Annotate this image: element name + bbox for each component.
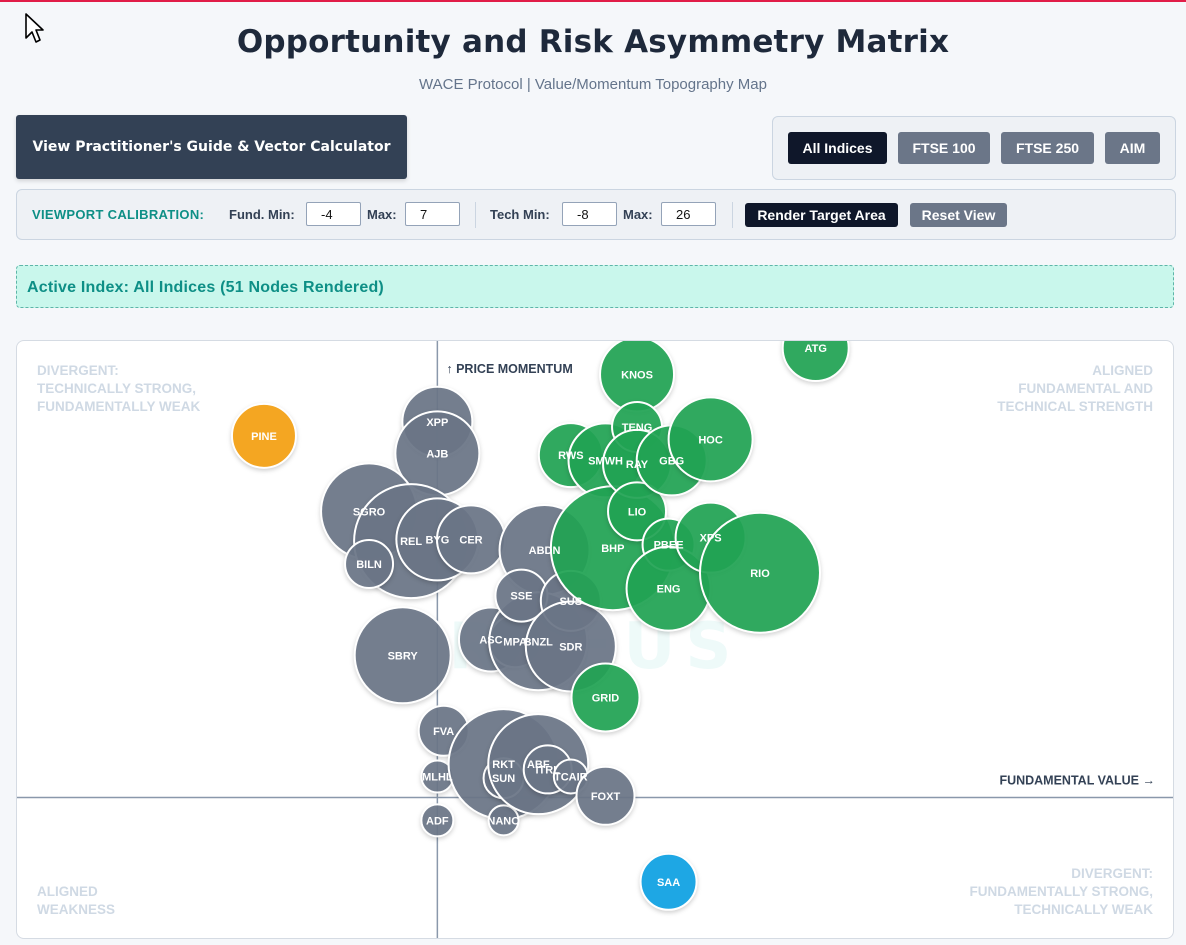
bubble-label-asc: ASC — [479, 635, 502, 647]
top-accent-line — [0, 0, 1186, 2]
fund-max-input[interactable] — [405, 202, 460, 226]
page-title: Opportunity and Risk Asymmetry Matrix — [236, 24, 950, 60]
bubble-label-sus: SUS — [560, 596, 583, 608]
bubble-label-xps: XPS — [700, 533, 722, 545]
quadrant-top-left-line: TECHNICALLY STRONG, — [37, 381, 196, 396]
bubble-label-cer: CER — [459, 534, 482, 546]
quadrant-top-right-line: TECHNICAL STRENGTH — [997, 399, 1153, 414]
page-subtitle: WACE Protocol | Value/Momentum Topograph… — [419, 76, 767, 93]
bubble-label-foxt: FOXT — [591, 791, 621, 803]
filter-ftse-100-button[interactable]: FTSE 100 — [898, 132, 990, 164]
bubble-label-sun: SUN — [492, 773, 515, 785]
tech-min-label: Tech Min: — [490, 207, 550, 222]
fund-min-input[interactable] — [306, 202, 361, 226]
bubble-label-pine: PINE — [251, 431, 277, 443]
bubble-label-fva: FVA — [433, 726, 454, 738]
bubble-label-rkt: RKT — [492, 759, 515, 771]
bubble-label-sdr: SDR — [559, 642, 582, 654]
quadrant-bottom-left-line: WEAKNESS — [37, 902, 115, 917]
bubble-label-sse: SSE — [510, 591, 532, 603]
bubble-label-rws: RWS — [558, 450, 583, 462]
bubble-label-rel: REL — [400, 536, 422, 548]
render-target-area-button[interactable]: Render Target Area — [745, 203, 898, 227]
bubble-label-abdn: ABDN — [529, 545, 561, 557]
y-axis-label: ↑ PRICE MOMENTUM — [446, 362, 572, 376]
practitioner-guide-button[interactable]: View Practitioner's Guide & Vector Calcu… — [16, 115, 407, 179]
tech-max-input[interactable] — [661, 202, 716, 226]
bubble-label-gbg: GBG — [659, 455, 684, 467]
bubble-label-nano: NANO — [487, 815, 520, 827]
bubble-label-hoc: HOC — [698, 434, 723, 446]
bubble-label-ajb: AJB — [426, 448, 448, 460]
bubble-label-tcair: TCAIR — [554, 771, 588, 783]
bubble-label-lio: LIO — [628, 506, 647, 518]
quadrant-bottom-left-line: ALIGNED — [37, 884, 98, 899]
tech-min-input[interactable] — [562, 202, 617, 226]
bubble-label-byg: BYG — [425, 534, 449, 546]
index-filter-group: All Indices FTSE 100 FTSE 250 AIM — [772, 116, 1176, 180]
active-index-text: Active Index: All Indices (51 Nodes Rend… — [27, 279, 384, 296]
calibration-title: VIEWPORT CALIBRATION: — [32, 207, 205, 222]
bubble-label-mlhl: MLHL — [422, 771, 453, 783]
bubble-label-sgro: SGRO — [353, 506, 386, 518]
bubble-label-grid: GRID — [592, 692, 620, 704]
bubble-label-sbry: SBRY — [388, 650, 419, 662]
asymmetry-matrix-chart: RUFUS↑ PRICE MOMENTUMFUNDAMENTAL VALUE →… — [16, 340, 1174, 939]
quadrant-top-left-line: DIVERGENT: — [37, 363, 119, 378]
filter-all-indices-button[interactable]: All Indices — [788, 132, 887, 164]
bubble-label-bnzl: BNZL — [524, 636, 554, 648]
quadrant-top-left-line: FUNDAMENTALLY WEAK — [37, 399, 200, 414]
bubble-label-knos: KNOS — [621, 369, 653, 381]
bubble-label-adf: ADF — [426, 815, 449, 827]
fund-max-label: Max: — [367, 207, 397, 222]
divider — [732, 202, 733, 228]
matrix-plot-svg: RUFUS↑ PRICE MOMENTUMFUNDAMENTAL VALUE →… — [17, 341, 1173, 938]
fund-min-label: Fund. Min: — [229, 207, 295, 222]
viewport-calibration-panel: VIEWPORT CALIBRATION: Fund. Min: Max: Te… — [16, 189, 1176, 240]
bubble-label-pbee: PBEE — [654, 540, 684, 552]
reset-view-button[interactable]: Reset View — [910, 203, 1007, 227]
filter-ftse-250-button[interactable]: FTSE 250 — [1001, 132, 1094, 164]
bubble-label-saa: SAA — [657, 877, 680, 889]
bubble-label-ray: RAY — [626, 459, 649, 471]
bubble-label-xpp: XPP — [426, 417, 448, 429]
active-index-banner: Active Index: All Indices (51 Nodes Rend… — [16, 265, 1174, 308]
bubble-label-smwh: SMWH — [588, 455, 623, 467]
quadrant-top-right-line: FUNDAMENTAL AND — [1018, 381, 1153, 396]
bubble-label-bhp: BHP — [601, 543, 624, 555]
bubble-label-rio: RIO — [750, 568, 770, 580]
bubble-label-atg: ATG — [804, 343, 826, 355]
quadrant-top-right-line: ALIGNED — [1092, 363, 1153, 378]
quadrant-bottom-right-line: DIVERGENT: — [1071, 866, 1153, 881]
bubble-label-biln: BILN — [356, 559, 382, 571]
x-axis-label: FUNDAMENTAL VALUE → — [999, 774, 1155, 788]
divider — [475, 202, 476, 228]
bubble-label-teng: TENG — [622, 422, 653, 434]
tech-max-label: Max: — [623, 207, 653, 222]
filter-aim-button[interactable]: AIM — [1105, 132, 1160, 164]
quadrant-bottom-right-line: TECHNICALLY WEAK — [1014, 902, 1153, 917]
bubble-label-eng: ENG — [657, 584, 681, 596]
quadrant-bottom-right-line: FUNDAMENTALLY STRONG, — [969, 884, 1153, 899]
